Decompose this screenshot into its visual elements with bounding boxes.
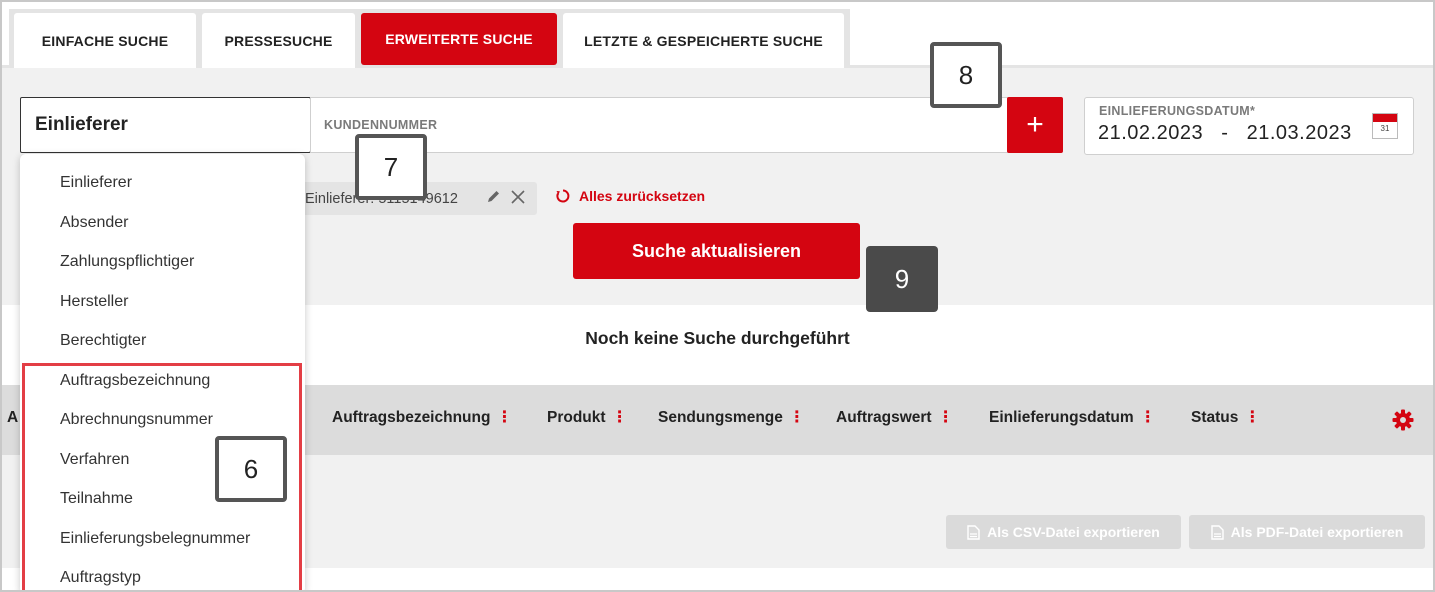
column-header-einlieferungsdatum[interactable]: Einlieferungsdatum ⋮	[989, 409, 1156, 427]
date-separator: -	[1221, 122, 1229, 144]
app-frame: EINFACHE SUCHE PRESSESUCHE ERWEITERTE SU…	[0, 0, 1435, 592]
column-header-status[interactable]: Status ⋮	[1191, 409, 1260, 427]
tab-einfache-suche[interactable]: EINFACHE SUCHE	[14, 13, 196, 68]
more-vertical-icon[interactable]: ⋮	[496, 410, 512, 426]
column-header-sendungsmenge[interactable]: Sendungsmenge ⋮	[658, 409, 805, 427]
dropdown-option-hersteller[interactable]: Hersteller	[60, 293, 128, 311]
date-to: 21.03.2023	[1246, 122, 1352, 144]
update-search-button[interactable]: Suche aktualisieren	[573, 223, 860, 279]
more-vertical-icon[interactable]: ⋮	[1140, 410, 1156, 426]
add-criterion-button[interactable]: +	[1007, 97, 1063, 153]
tab-bar: EINFACHE SUCHE PRESSESUCHE ERWEITERTE SU…	[2, 2, 1433, 68]
callout-9: 9	[866, 246, 938, 312]
export-pdf-button[interactable]: Als PDF-Datei exportieren	[1189, 515, 1425, 549]
callout-8: 8	[930, 42, 1002, 108]
date-range: 21.02.2023 - 21.03.2023	[1098, 122, 1352, 145]
export-pdf-label: Als PDF-Datei exportieren	[1230, 524, 1404, 540]
dropdown-option-absender[interactable]: Absender	[60, 214, 129, 232]
plus-icon: +	[1026, 108, 1044, 141]
gear-icon[interactable]	[1391, 408, 1415, 432]
reset-all-label: Alles zurücksetzen	[579, 188, 706, 204]
date-label: EINLIEFERUNGSDATUM*	[1099, 104, 1256, 118]
more-vertical-icon[interactable]: ⋮	[612, 410, 628, 426]
more-vertical-icon[interactable]: ⋮	[1244, 410, 1260, 426]
file-icon	[1210, 524, 1224, 540]
date-from: 21.02.2023	[1098, 122, 1204, 144]
pencil-icon[interactable]	[486, 189, 501, 204]
dropdown-option-zahlungspflichtiger[interactable]: Zahlungspflichtiger	[60, 253, 194, 271]
tab-letzte-gespeicherte-suche[interactable]: LETZTE & GESPEICHERTE SUCHE	[563, 13, 844, 68]
export-csv-label: Als CSV-Datei exportieren	[987, 524, 1160, 540]
tab-erweiterte-suche[interactable]: ERWEITERTE SUCHE	[361, 13, 557, 65]
callout-6: 6	[215, 436, 287, 502]
dropdown-option-einlieferer[interactable]: Einlieferer	[60, 174, 132, 192]
calendar-icon[interactable]: 31	[1372, 113, 1398, 139]
close-icon[interactable]	[511, 189, 525, 204]
reset-icon	[556, 189, 570, 203]
export-csv-button[interactable]: Als CSV-Datei exportieren	[946, 515, 1181, 549]
column-header-auftragsbezeichnung[interactable]: Auftragsbezeichnung ⋮	[332, 409, 512, 427]
tab-group: EINFACHE SUCHE PRESSESUCHE ERWEITERTE SU…	[9, 9, 850, 68]
file-icon	[967, 524, 980, 540]
search-field-select[interactable]: Einlieferer	[20, 97, 311, 153]
more-vertical-icon[interactable]: ⋮	[938, 410, 954, 426]
column-header-auftragswert[interactable]: Auftragswert ⋮	[836, 409, 954, 427]
delivery-date-field[interactable]: EINLIEFERUNGSDATUM* 21.02.2023 - 21.03.2…	[1084, 97, 1414, 155]
tab-pressesuche[interactable]: PRESSESUCHE	[202, 13, 355, 68]
callout-7: 7	[355, 134, 427, 200]
dropdown-option-berechtigter[interactable]: Berechtigter	[60, 332, 146, 350]
column-header-produkt[interactable]: Produkt ⋮	[547, 409, 628, 427]
more-vertical-icon[interactable]: ⋮	[789, 410, 805, 426]
column-header-partial[interactable]: A	[7, 409, 18, 427]
reset-all-link[interactable]: Alles zurücksetzen	[555, 188, 705, 204]
